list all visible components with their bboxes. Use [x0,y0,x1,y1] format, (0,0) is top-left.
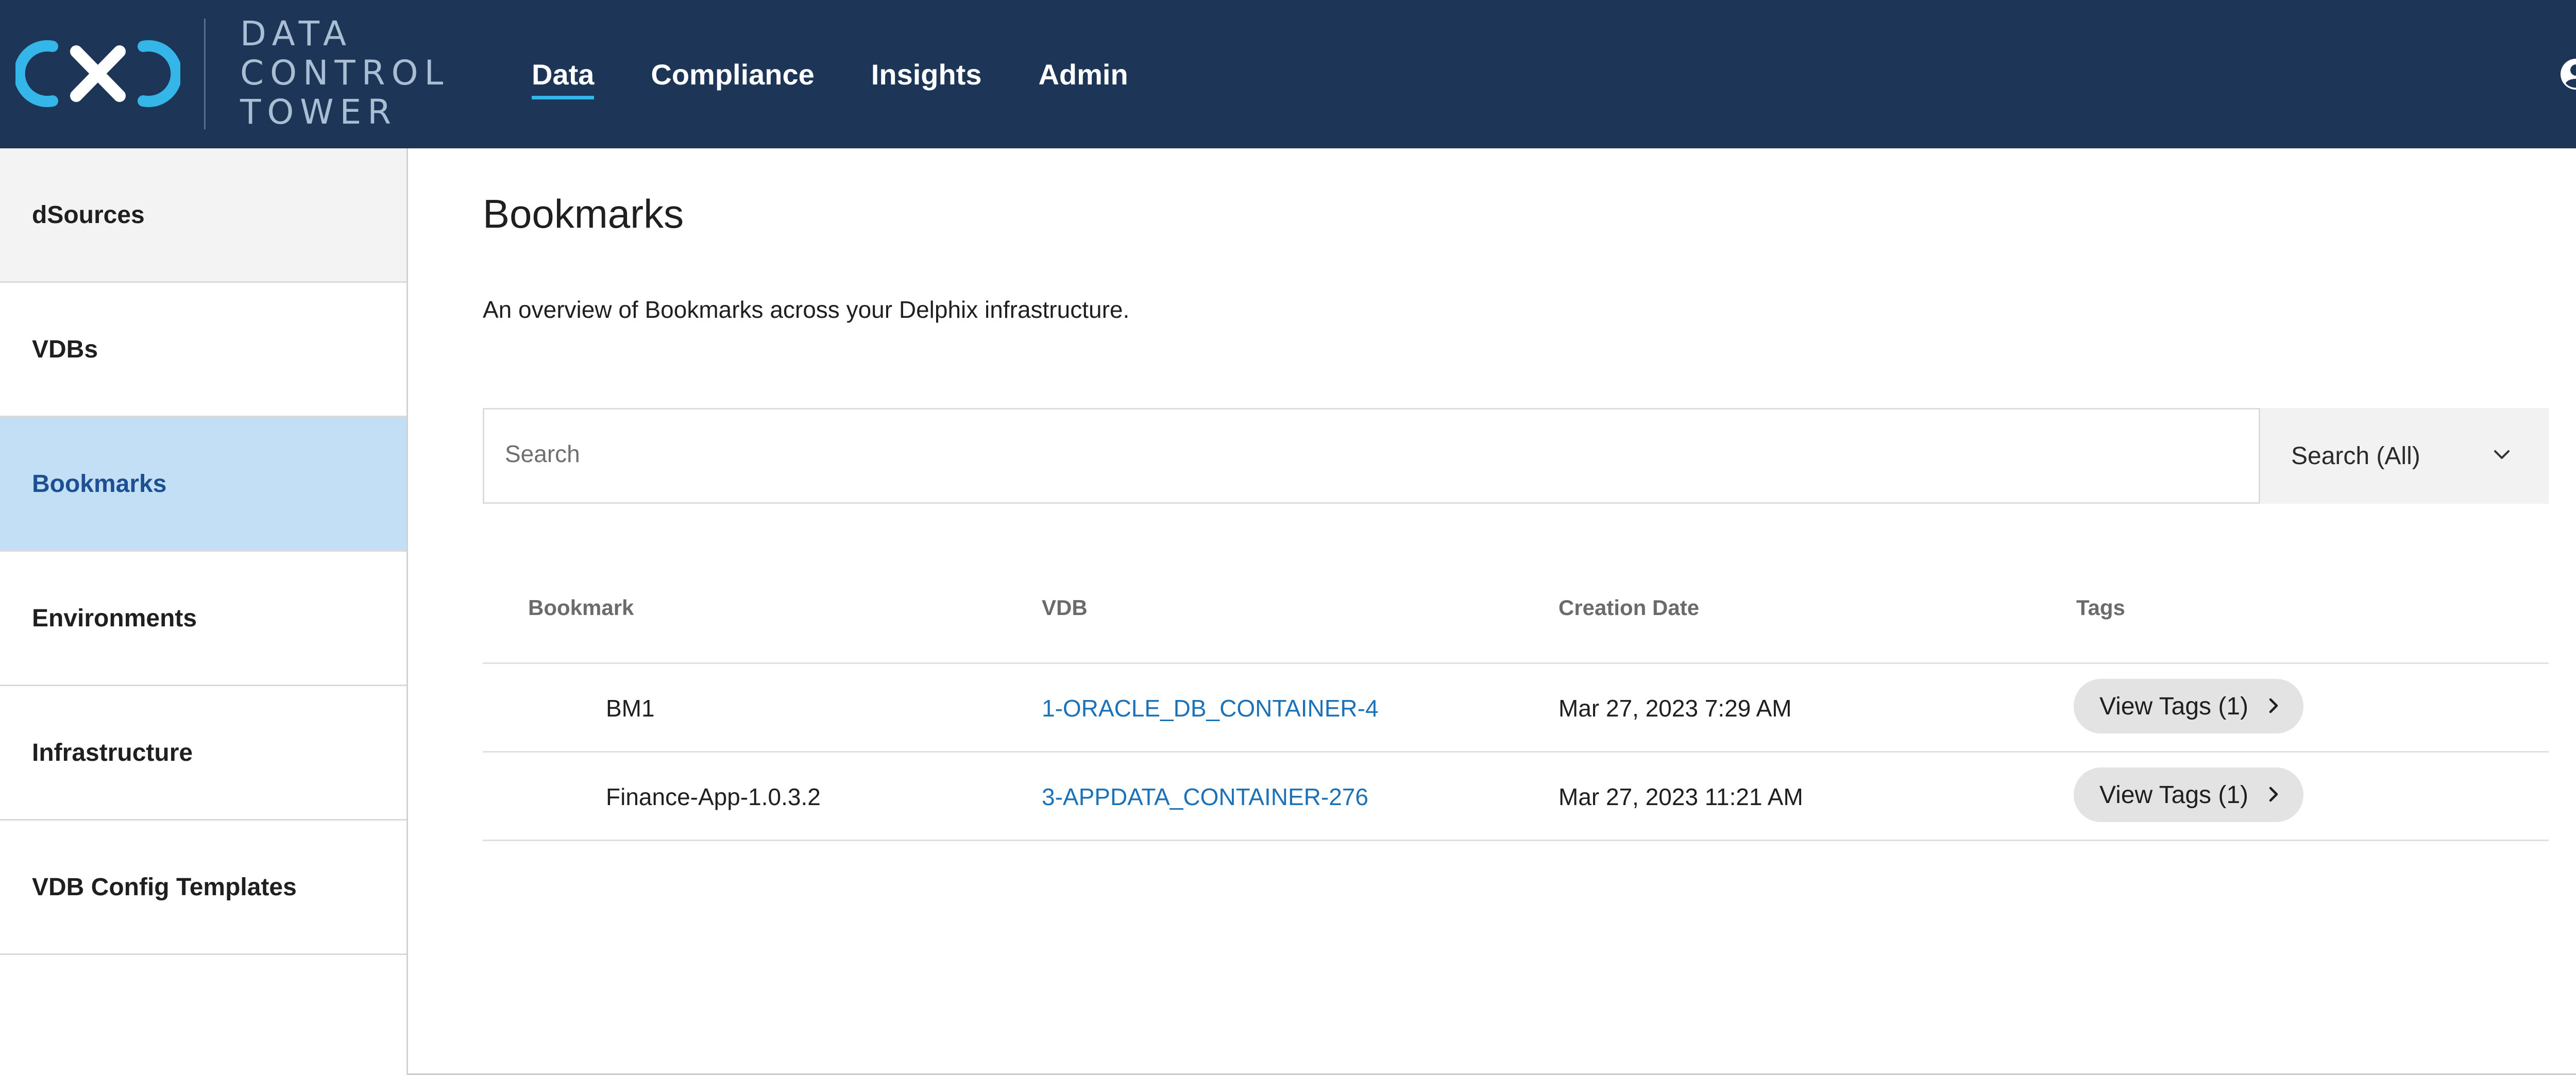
logo-line: TOWER [240,92,398,132]
delphix-logo-icon[interactable] [15,35,180,112]
column-header-vdb[interactable]: VDB [1042,595,1088,620]
sidebar-item-infrastructure[interactable]: Infrastructure [0,686,406,821]
view-tags-button[interactable]: View Tags (1) [2074,679,2303,733]
table-cell-bookmark: BM1 [606,695,655,722]
user-account-icon[interactable] [2560,58,2576,91]
nav-item-compliance[interactable]: Compliance [651,58,814,94]
table-divider [483,840,2549,841]
search-scope-label: Search (All) [2291,442,2420,470]
view-tags-label: View Tags (1) [2099,692,2249,720]
table-cell-creation-date: Mar 27, 2023 7:29 AM [1558,695,1792,722]
search-input[interactable] [504,430,2206,477]
chevron-down-icon [2494,450,2510,459]
nav-item-admin[interactable]: Admin [1038,58,1128,94]
sidebar: dSources VDBs Bookmarks Environments Inf… [0,148,408,1075]
view-tags-button[interactable]: View Tags (1) [2074,767,2303,822]
column-header-bookmark[interactable]: Bookmark [528,595,634,620]
logo-wordmark: DATA CONTROL TOWER [240,14,449,132]
top-header: DATA CONTROL TOWER Data Compliance Insig… [0,0,2576,148]
search-box [483,408,2260,504]
chevron-right-icon [2269,787,2278,802]
sidebar-item-environments[interactable]: Environments [0,552,406,686]
table-cell-vdb-link[interactable]: 3-APPDATA_CONTAINER-276 [1042,783,1368,811]
search-scope-dropdown[interactable]: Search (All) [2260,408,2549,504]
nav-item-data[interactable]: Data [532,58,595,99]
main-nav: Data Compliance Insights Admin [532,58,1185,99]
logo-divider [204,19,206,129]
sidebar-item-vdb-config-templates[interactable]: VDB Config Templates [0,821,406,955]
sidebar-item-dsources[interactable]: dSources [0,148,406,283]
page-title: Bookmarks [483,191,684,236]
table-divider [483,751,2549,753]
column-header-tags[interactable]: Tags [2076,595,2125,620]
table-cell-creation-date: Mar 27, 2023 11:21 AM [1558,783,1803,810]
chevron-right-icon [2269,698,2278,713]
logo-line: DATA [240,14,353,54]
table-cell-bookmark: Finance-App-1.0.3.2 [606,783,821,810]
nav-item-insights[interactable]: Insights [871,58,982,94]
sidebar-item-bookmarks[interactable]: Bookmarks [0,417,406,552]
column-header-creation-date[interactable]: Creation Date [1558,595,1699,620]
logo-line: CONTROL [240,53,450,93]
table-divider [483,662,2549,664]
page-description: An overview of Bookmarks across your Del… [483,296,1130,323]
sidebar-item-vdbs[interactable]: VDBs [0,283,406,417]
table-cell-vdb-link[interactable]: 1-ORACLE_DB_CONTAINER-4 [1042,694,1379,722]
view-tags-label: View Tags (1) [2099,781,2249,809]
